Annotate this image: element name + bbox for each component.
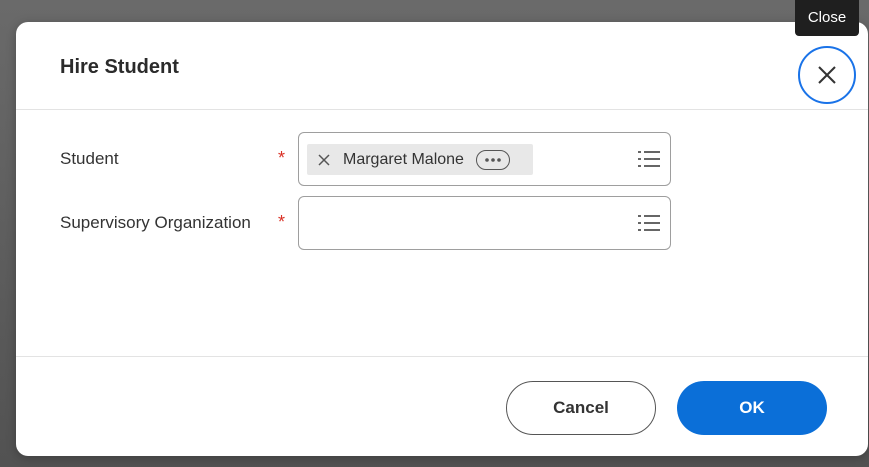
remove-selection-button[interactable]	[317, 153, 331, 167]
supervisory-organization-label: Supervisory Organization	[60, 213, 251, 232]
required-indicator: *	[278, 212, 286, 232]
student-label: Student	[60, 149, 119, 168]
list-icon[interactable]	[638, 149, 660, 169]
close-icon	[818, 66, 836, 84]
supervisory-organization-input[interactable]	[298, 196, 671, 250]
list-icon[interactable]	[638, 213, 660, 233]
hire-student-dialog: Hire Student Student * Margaret Malone S…	[16, 22, 868, 456]
supervisory-organization-row: Supervisory Organization *	[60, 196, 680, 250]
student-row: Student * Margaret Malone	[60, 132, 680, 186]
student-input[interactable]: Margaret Malone	[298, 132, 671, 186]
dialog-header: Hire Student	[16, 22, 868, 110]
dialog-title: Hire Student	[60, 56, 179, 78]
close-tooltip: Close	[795, 0, 859, 36]
dialog-footer: Cancel OK	[16, 356, 868, 456]
x-icon	[318, 153, 330, 166]
related-actions-button[interactable]	[475, 149, 510, 170]
close-button[interactable]	[798, 46, 856, 104]
required-indicator: *	[278, 148, 286, 168]
ellipsis-icon	[485, 157, 501, 162]
cancel-button[interactable]: Cancel	[506, 381, 656, 435]
selected-student-name: Margaret Malone	[343, 150, 464, 168]
ok-button[interactable]: OK	[677, 381, 827, 435]
selected-student-pill: Margaret Malone	[307, 144, 533, 175]
